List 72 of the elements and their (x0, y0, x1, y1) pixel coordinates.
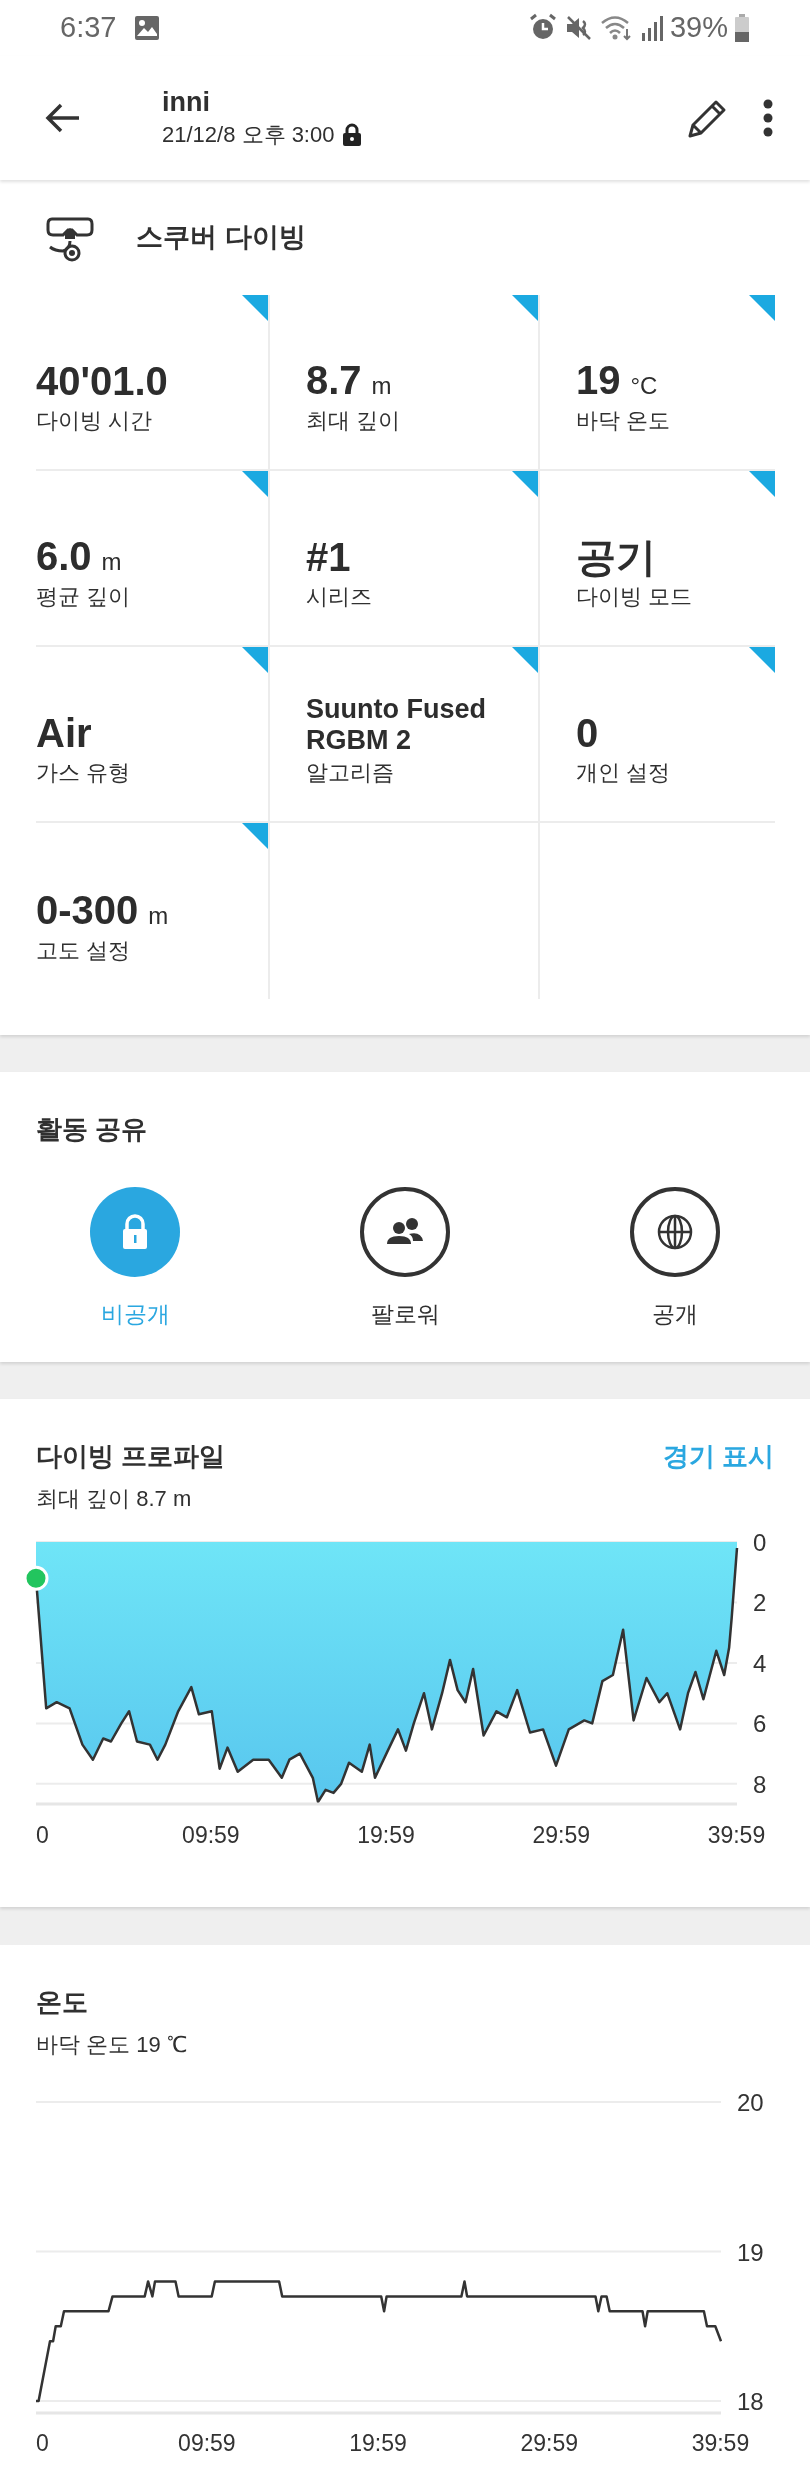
y-tick-label: 2 (753, 1589, 767, 1617)
x-tick-label: 09:59 (182, 1822, 240, 1848)
y-tick-label: 6 (753, 1710, 767, 1738)
start-marker (23, 1565, 49, 1591)
stat-value: 0-300 (36, 887, 139, 933)
stat-value: 19 (576, 357, 621, 403)
image-icon (134, 15, 161, 41)
stat-value: 0 (576, 710, 599, 756)
activity-datetime: 21/12/8 오후 3:00 (162, 121, 335, 149)
x-tick-label: 0 (36, 2430, 49, 2456)
stat-label: 다이빙 시간 (36, 407, 154, 435)
status-time: 6:37 (60, 10, 117, 46)
stat-unit: °C (630, 371, 658, 401)
stat-value: 공기 (576, 534, 656, 580)
corner-triangle-icon (242, 471, 268, 497)
corner-triangle-icon (512, 471, 538, 497)
y-tick-label: 8 (753, 1770, 767, 1798)
stat-label: 고도 설정 (36, 937, 132, 965)
x-tick-label: 09:59 (178, 2430, 236, 2456)
activity-owner: inni (162, 86, 211, 119)
stat-value: 6.0 (36, 533, 92, 579)
section-title: 다이빙 프로파일 (36, 1440, 226, 1473)
stat-value: 40'01.0 (36, 358, 168, 404)
stat-label: 가스 유형 (36, 759, 132, 787)
x-tick-label: 29:59 (532, 1822, 590, 1848)
corner-triangle-icon (512, 295, 538, 321)
corner-triangle-icon (749, 471, 775, 497)
stat-value: Air (36, 710, 92, 756)
corner-triangle-icon (242, 295, 268, 321)
corner-triangle-icon (242, 823, 268, 849)
corner-triangle-icon (242, 647, 268, 673)
sharing-option[interactable]: 팔로워 (270, 1187, 540, 1332)
x-tick-label: 39:59 (707, 1822, 766, 1848)
stat-value: Suunto Fused RGBM 2 (306, 694, 487, 756)
signal-icon (639, 13, 664, 43)
stat-label: 다이빙 모드 (576, 583, 694, 611)
stat-value: 8.7 (306, 357, 362, 403)
corner-triangle-icon (512, 647, 538, 673)
section-title: 온도 (36, 1986, 88, 2019)
section-title: 활동 공유 (36, 1113, 148, 1146)
stat-unit: m (148, 901, 169, 931)
y-tick-label: 18 (737, 2388, 764, 2415)
stat-label: 바닥 온도 (576, 407, 672, 435)
x-tick-label: 29:59 (520, 2430, 579, 2456)
stat-label: 개인 설정 (576, 759, 672, 787)
x-tick-label: 19:59 (349, 2430, 407, 2456)
y-tick-label: 19 (737, 2238, 764, 2266)
stat-label: 알고리즘 (306, 759, 395, 787)
x-tick-label: 19:59 (357, 1822, 415, 1848)
corner-triangle-icon (749, 647, 775, 673)
activity-type: 스쿠버 다이빙 (136, 221, 306, 255)
y-tick-label: 0 (753, 1529, 767, 1556)
stat-label: 평균 깊이 (36, 583, 132, 611)
globe-icon (655, 1212, 695, 1252)
y-tick-label: 20 (737, 2089, 764, 2116)
battery-icon (734, 13, 750, 43)
sharing-option[interactable]: 공개 (540, 1187, 810, 1332)
battery-percent: 39% (669, 10, 728, 46)
x-tick-label: 39:59 (691, 2430, 750, 2456)
wifi-icon (599, 13, 634, 43)
stat-unit: m (371, 371, 392, 401)
y-tick-label: 4 (753, 1649, 767, 1677)
section-subtitle: 바닥 온도 19 ℃ (36, 2031, 187, 2059)
stat-label: 시리즈 (306, 583, 373, 611)
stat-value: #1 (306, 534, 351, 580)
stat-label: 최대 깊이 (306, 407, 402, 435)
corner-triangle-icon (749, 295, 775, 321)
section-subtitle: 최대 깊이 8.7 m (36, 1485, 192, 1513)
lock-icon (342, 123, 363, 147)
more-icon (763, 98, 773, 138)
x-tick-label: 0 (36, 1822, 49, 1848)
stat-unit: m (101, 547, 122, 577)
